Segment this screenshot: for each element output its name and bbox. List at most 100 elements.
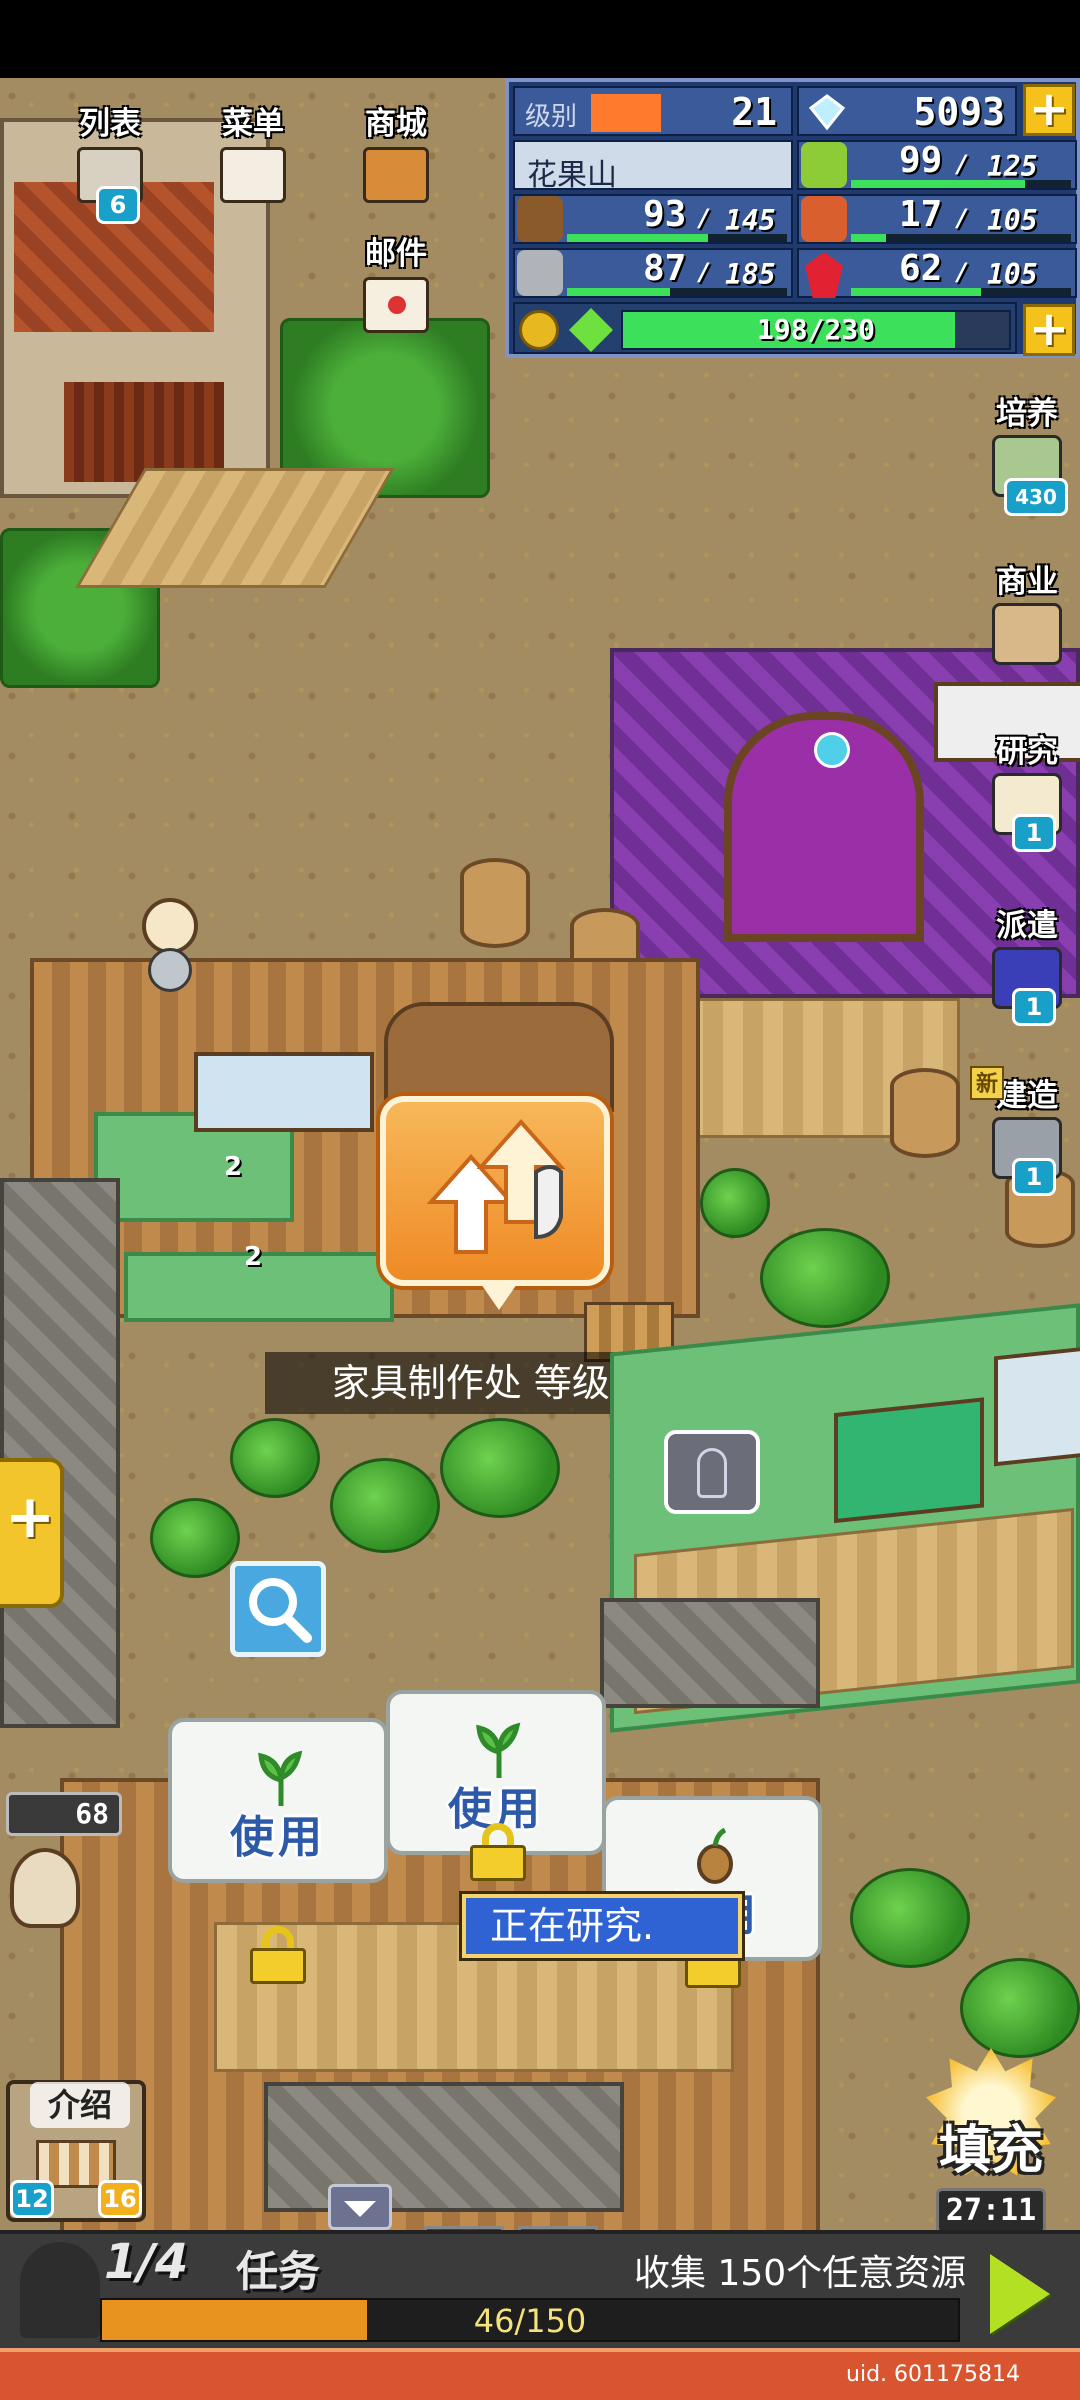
bush — [850, 1868, 970, 1968]
resource-wood: 93 / 145 — [513, 194, 793, 244]
shop-label: 商城 — [365, 106, 427, 142]
intro-button[interactable]: 介绍 12 16 — [6, 2080, 146, 2222]
level-box: 级别 21 — [513, 86, 793, 136]
footer-bar: uid. 601175814 — [0, 2348, 1080, 2400]
grass-max: 125 — [987, 150, 1038, 183]
sprout-icon — [258, 1750, 303, 1806]
magnifier-icon — [249, 1578, 312, 1643]
upgrade-button[interactable] — [380, 1096, 610, 1310]
refill-label: 填充 — [938, 2121, 1043, 2181]
energy-box: 198/230 — [513, 302, 1017, 354]
list-menu-button[interactable]: 列表 6 — [60, 98, 160, 224]
user-id: uid. 601175814 — [846, 2362, 1020, 2387]
buy-gems-plus-button[interactable]: + — [1023, 84, 1075, 136]
energy-current: 198 — [756, 313, 808, 346]
mission-progress-text: 46/150 — [473, 2302, 587, 2340]
wood-log-icon — [517, 196, 563, 242]
grass-current: 99 — [899, 140, 943, 181]
diamond-icon — [808, 94, 846, 131]
grass-icon — [801, 142, 847, 188]
location-box: 花果山 — [513, 140, 793, 193]
bush — [760, 1228, 890, 1328]
resource-vegetable: 17 / 105 — [797, 194, 1077, 244]
search-button[interactable] — [230, 1561, 326, 1657]
bush — [330, 1458, 440, 1553]
train-badge: 430 — [1004, 478, 1068, 516]
train-button[interactable]: 培养 430 — [982, 388, 1072, 516]
use-item-card[interactable]: 使用 — [168, 1718, 388, 1883]
main-menu-button[interactable]: 菜单 — [203, 98, 303, 203]
mail-label: 邮件 — [365, 236, 427, 272]
dispatch-badge: 1 — [1012, 988, 1056, 1026]
ruby-max: 105 — [987, 258, 1038, 291]
stone-max: 185 — [725, 258, 776, 291]
grass-bar — [851, 180, 1071, 188]
bed — [834, 1397, 984, 1524]
energy-plus-button[interactable]: + — [1023, 304, 1075, 356]
bed — [194, 1052, 374, 1132]
lab-table — [264, 2082, 624, 2212]
mission-description: 收集 150个任意资源 — [634, 2253, 967, 2294]
business-button[interactable]: 商业 — [982, 556, 1072, 665]
stone-ore-icon — [517, 250, 563, 296]
research-badge: 1 — [1012, 814, 1056, 852]
game-world-map[interactable]: 2 2 家具制作处 等级10 + 68 使用 使用 正在研究. 介绍 12 16… — [0, 78, 1080, 2348]
build-badge: 1 — [1012, 1158, 1056, 1196]
refill-timer: 27:11 — [936, 2188, 1046, 2234]
resource-grass: 99 / 125 — [797, 140, 1077, 190]
vegetable-max: 105 — [987, 204, 1038, 237]
villager-character[interactable] — [130, 898, 210, 992]
mission-go-arrow-icon[interactable] — [990, 2254, 1050, 2334]
intro-badge-left: 12 — [10, 2180, 54, 2218]
vegetable-current: 17 — [899, 194, 943, 235]
signboard-icon — [220, 147, 286, 203]
shop-button[interactable]: 商城 — [346, 98, 446, 203]
shop-chest-icon — [363, 147, 429, 203]
vegetable-bar — [851, 234, 1071, 242]
wood-bar — [567, 234, 787, 242]
mission-bar[interactable]: 1/4 任务 收集 150个任意资源 46/150 — [0, 2230, 1080, 2348]
unit-count-badge: 68 — [6, 1792, 122, 1836]
mission-progress-count: 1/4 — [104, 2234, 189, 2290]
research-button[interactable]: 研究 1 — [982, 726, 1072, 852]
vegetable-icon — [801, 196, 847, 242]
location-name: 花果山 — [527, 158, 617, 193]
refill-button[interactable]: 填充 27:11 — [906, 2048, 1076, 2258]
bush — [440, 1418, 560, 1518]
bush — [700, 1168, 770, 1238]
coin-icon — [519, 310, 559, 350]
lock-icon — [250, 1926, 306, 1984]
castle-gate — [64, 382, 224, 482]
research-label: 研究 — [996, 734, 1058, 770]
stone-bar — [567, 288, 787, 296]
resource-ruby: 62 / 105 — [797, 248, 1077, 298]
upgrade-arrow-icon — [426, 1118, 566, 1254]
expand-plus-button[interactable]: + — [0, 1458, 64, 1608]
sack-character[interactable] — [10, 1848, 80, 1928]
build-button[interactable]: 新 建造 1 — [970, 1066, 1072, 1196]
ruby-icon — [805, 252, 843, 298]
mission-progress-bar: 46/150 — [100, 2298, 960, 2342]
level-progress — [591, 94, 661, 132]
floor-number: 2 — [224, 1152, 243, 1182]
level-label: 级别 — [525, 102, 578, 132]
bed — [994, 1345, 1080, 1467]
list-label: 列表 — [79, 106, 141, 142]
house-icon — [992, 603, 1062, 665]
dispatch-label: 派遣 — [996, 908, 1058, 944]
empty-slot-indicator[interactable] — [664, 1430, 760, 1514]
mail-button[interactable]: 邮件 — [346, 228, 446, 333]
dispatch-button[interactable]: 派遣 1 — [982, 900, 1072, 1026]
gem-count: 5093 — [913, 90, 1005, 134]
use-label: 使用 — [230, 1812, 326, 1863]
green-gem-icon — [569, 308, 613, 352]
sprout-icon — [476, 1722, 521, 1778]
barrel — [890, 1068, 960, 1158]
intro-badge-right: 16 — [98, 2180, 142, 2218]
resource-stone: 87 / 185 — [513, 248, 793, 298]
energy-bar: 198/230 — [621, 310, 1011, 350]
collapse-button[interactable] — [328, 2184, 392, 2230]
knight-silhouette-icon — [20, 2242, 100, 2338]
stone-current: 87 — [643, 248, 687, 289]
stone-tower — [0, 1178, 120, 1728]
